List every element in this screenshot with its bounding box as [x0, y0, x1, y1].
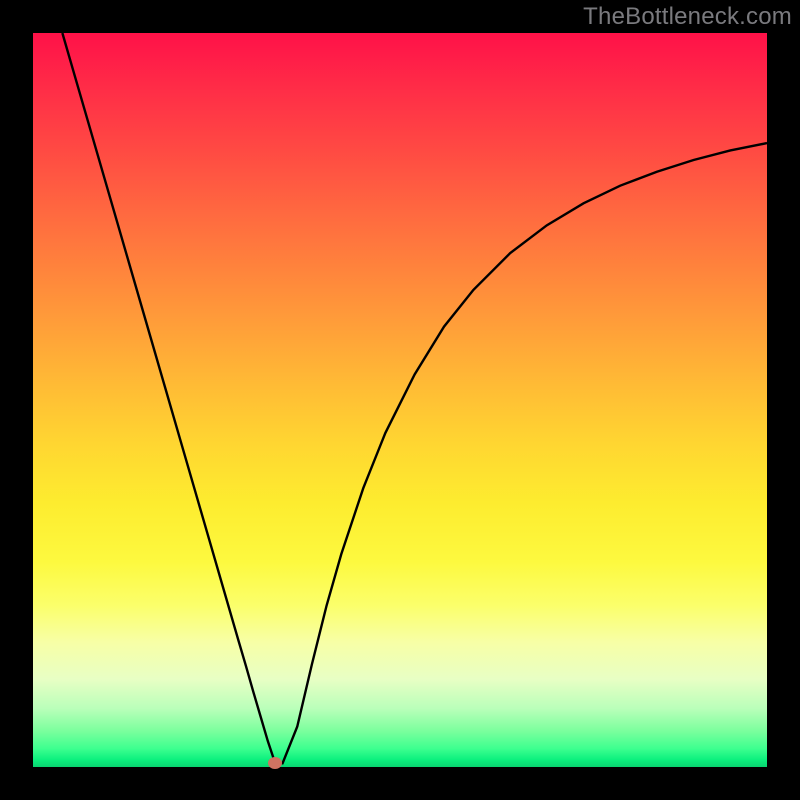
chart-frame: TheBottleneck.com — [0, 0, 800, 800]
bottleneck-curve — [33, 33, 767, 767]
plot-area — [33, 33, 767, 767]
watermark-text: TheBottleneck.com — [583, 3, 792, 31]
curve-path — [62, 33, 767, 763]
optimum-marker — [268, 757, 282, 769]
